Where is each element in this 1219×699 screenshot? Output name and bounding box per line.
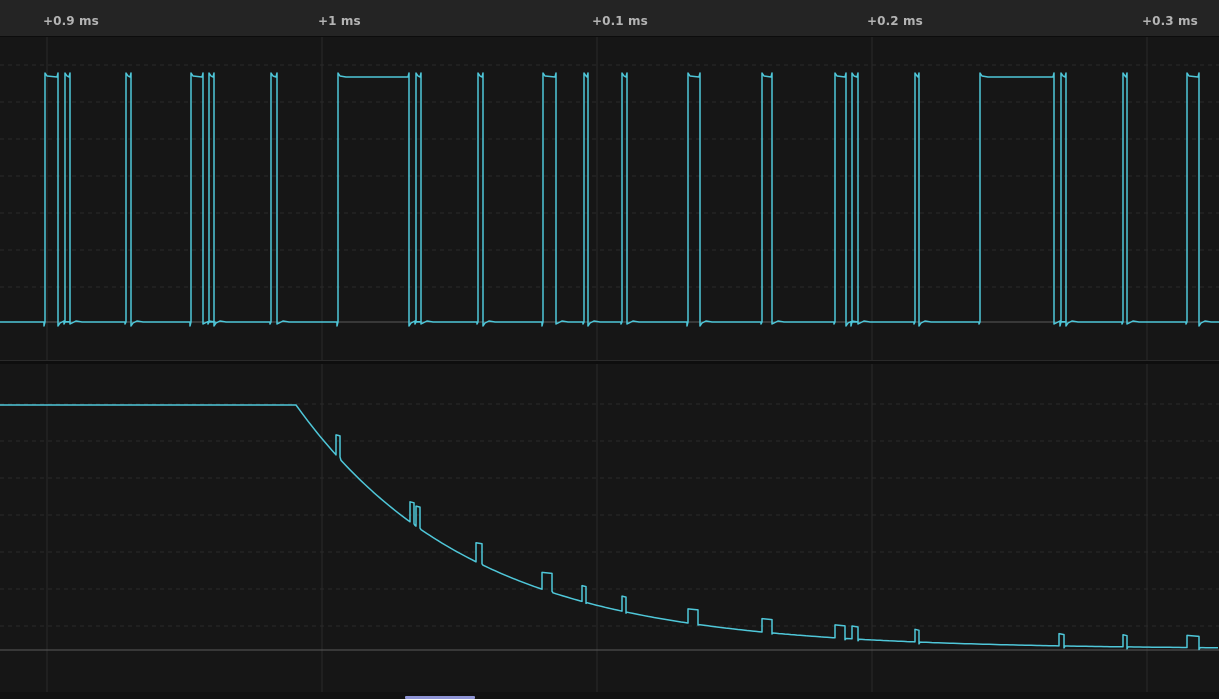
timeline-tick-0: +0.9 ms	[43, 14, 99, 28]
digital-waveform-svg	[0, 37, 1219, 360]
horizontal-scrollbar-track[interactable]	[0, 692, 1219, 699]
analog-channel-panel[interactable]	[0, 364, 1219, 692]
timeline-ruler[interactable]: +0.9 ms +1 ms +0.1 ms +0.2 ms +0.3 ms	[0, 0, 1219, 37]
digital-channel-panel[interactable]	[0, 37, 1219, 360]
analog-waveform-svg	[0, 364, 1219, 692]
timeline-tick-3: +0.2 ms	[867, 14, 923, 28]
timeline-tick-4: +0.3 ms	[1142, 14, 1198, 28]
timeline-tick-2: +0.1 ms	[592, 14, 648, 28]
digital-signal-trace[interactable]	[0, 72, 1219, 327]
timeline-tick-1: +1 ms	[318, 14, 361, 28]
logic-analyzer-view: +0.9 ms +1 ms +0.1 ms +0.2 ms +0.3 ms	[0, 0, 1219, 699]
analog-signal-trace[interactable]	[0, 404, 1218, 651]
